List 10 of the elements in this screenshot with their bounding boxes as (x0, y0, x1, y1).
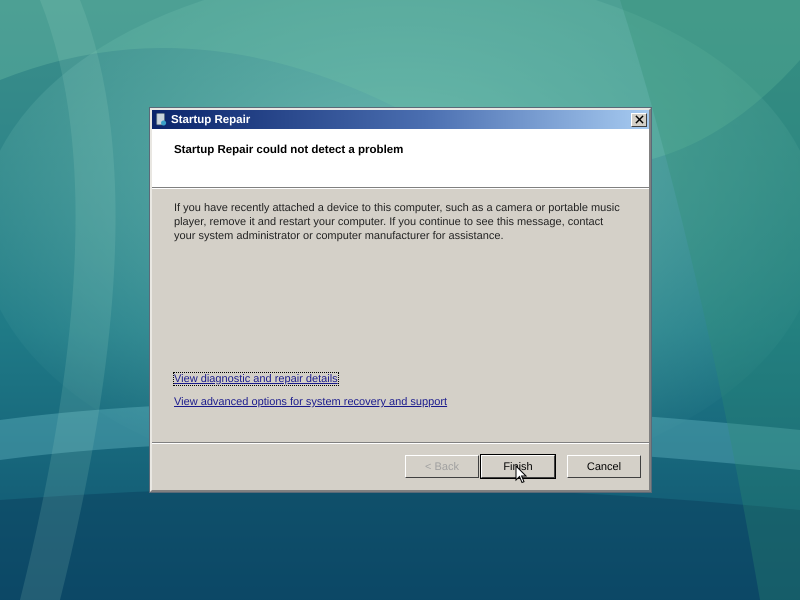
app-icon (155, 112, 167, 127)
button[interactable]: Cancel (567, 455, 641, 478)
button[interactable]: Finish (481, 455, 555, 478)
close-button[interactable] (631, 112, 647, 126)
link[interactable]: View diagnostic and repair details (174, 373, 338, 385)
close-icon (634, 115, 644, 124)
link[interactable]: View advanced options for system recovery and support (174, 396, 448, 408)
window-title: Startup Repair (171, 114, 252, 126)
dialog-heading: Startup Repair could not detect a problem (174, 144, 404, 156)
message-text: If you have recently attached a device to this computer, such as a camera or portable music player, remove it and restart your computer. If you continue to see this message, contact your system administrator or computer manufacturer for assistance. (174, 201, 621, 243)
